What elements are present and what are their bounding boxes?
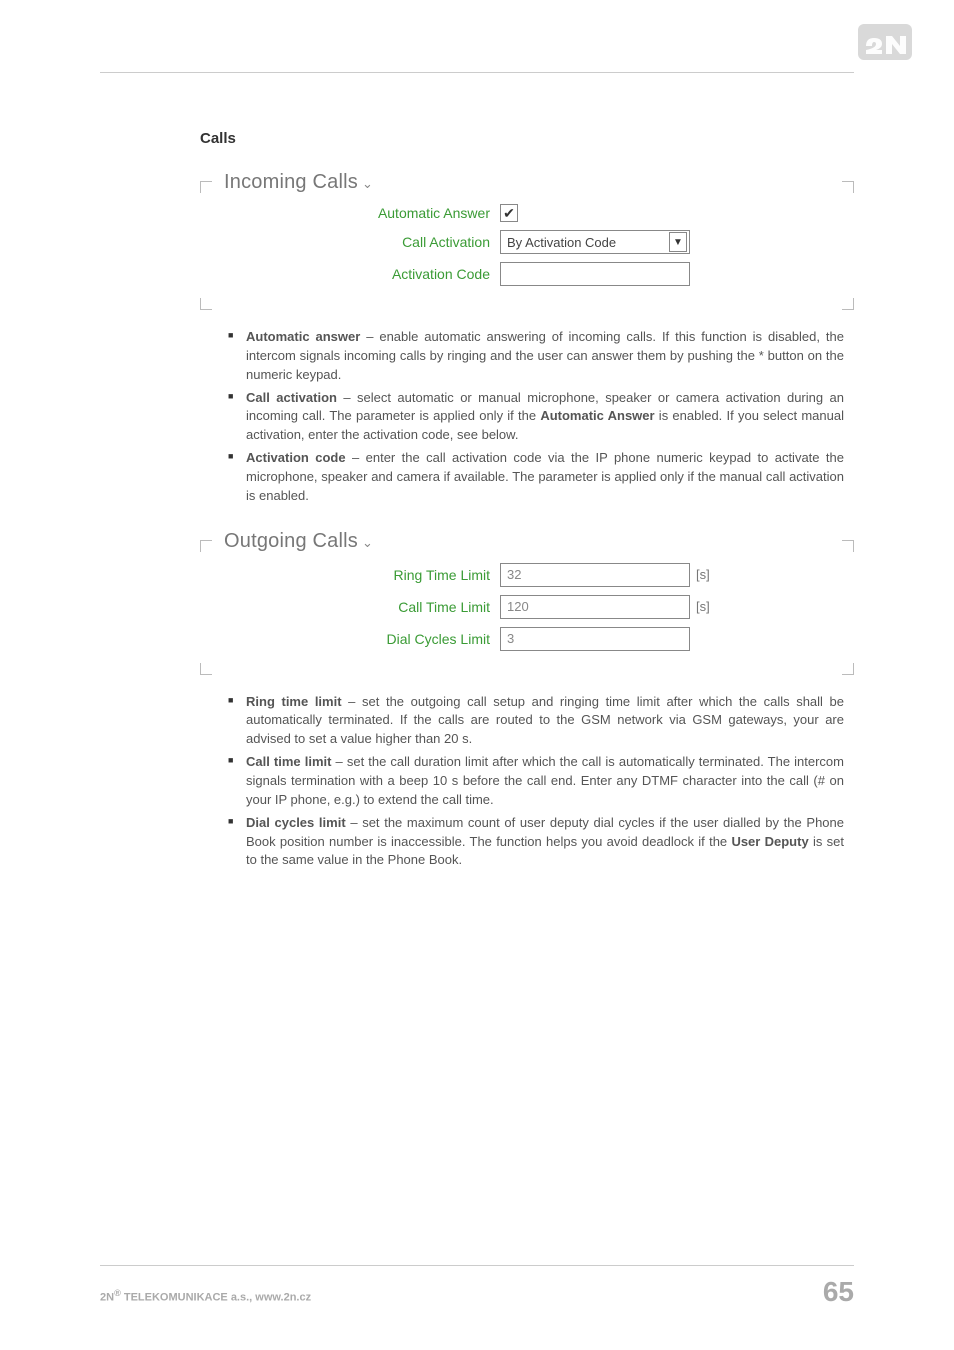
chevron-down-icon: ⌄ bbox=[362, 535, 373, 550]
desc-call-time-limit: Call time limit – set the call duration … bbox=[228, 753, 844, 810]
page-number: 65 bbox=[823, 1276, 854, 1308]
footer-divider bbox=[100, 1265, 854, 1266]
label-call-activation: Call Activation bbox=[200, 234, 500, 250]
incoming-calls-description: Automatic answer – enable automatic answ… bbox=[200, 328, 854, 506]
label-call-time-limit: Call Time Limit bbox=[200, 599, 500, 615]
label-activation-code: Activation Code bbox=[200, 266, 500, 282]
input-ring-time-limit[interactable]: 32 bbox=[500, 563, 690, 587]
select-call-activation-value: By Activation Code bbox=[507, 235, 616, 250]
outgoing-calls-description: Ring time limit – set the outgoing call … bbox=[200, 693, 854, 871]
legend-incoming-text: Incoming Calls bbox=[224, 171, 358, 193]
fieldset-outgoing-calls: Outgoing Calls ⌄ Ring Time Limit 32 [s] C… bbox=[200, 530, 854, 675]
label-dial-cycles-limit: Dial Cycles Limit bbox=[200, 631, 500, 647]
fieldset-incoming-calls: Incoming Calls ⌄ Automatic Answer ✔ Call … bbox=[200, 171, 854, 310]
footer-company: 2N® TELEKOMUNIKACE a.s., www.2n.cz bbox=[100, 1288, 311, 1304]
legend-outgoing-text: Outgoing Calls bbox=[224, 530, 358, 552]
input-dial-cycles-limit[interactable]: 3 bbox=[500, 627, 690, 651]
page-footer: 2N® TELEKOMUNIKACE a.s., www.2n.cz 65 bbox=[100, 1265, 854, 1308]
input-call-time-limit[interactable]: 120 bbox=[500, 595, 690, 619]
input-activation-code[interactable] bbox=[500, 262, 690, 286]
label-ring-time-limit: Ring Time Limit bbox=[200, 567, 500, 583]
section-title-calls: Calls bbox=[200, 130, 854, 147]
desc-call-activation: Call activation – select automatic or ma… bbox=[228, 389, 844, 446]
desc-activation-code: Activation code – enter the call activat… bbox=[228, 449, 844, 506]
select-call-activation[interactable]: By Activation Code ▼ bbox=[500, 230, 690, 254]
legend-outgoing-calls: Outgoing Calls ⌄ bbox=[200, 530, 854, 563]
checkbox-automatic-answer[interactable]: ✔ bbox=[500, 204, 518, 222]
legend-incoming-calls: Incoming Calls ⌄ bbox=[200, 171, 854, 204]
unit-call-time: [s] bbox=[696, 599, 710, 614]
desc-automatic-answer: Automatic answer – enable automatic answ… bbox=[228, 328, 844, 385]
header-divider bbox=[100, 72, 854, 73]
unit-ring-time: [s] bbox=[696, 567, 710, 582]
brand-logo bbox=[858, 24, 912, 60]
desc-dial-cycles-limit: Dial cycles limit – set the maximum coun… bbox=[228, 814, 844, 871]
chevron-down-icon: ⌄ bbox=[362, 176, 373, 191]
desc-ring-time-limit: Ring time limit – set the outgoing call … bbox=[228, 693, 844, 750]
label-automatic-answer: Automatic Answer bbox=[200, 205, 500, 221]
dropdown-arrow-icon: ▼ bbox=[669, 232, 687, 252]
